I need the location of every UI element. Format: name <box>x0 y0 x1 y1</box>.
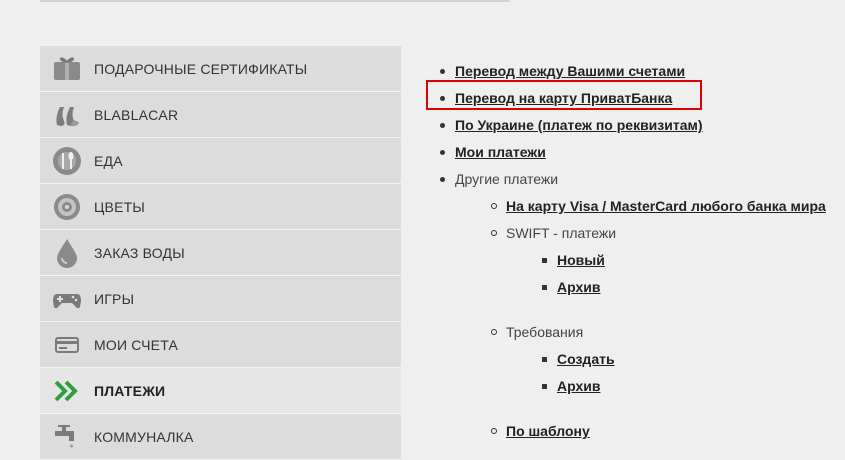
swift-label: SWIFT - платежи <box>506 225 617 241</box>
sidebar-item-label: ПЛАТЕЖИ <box>94 382 166 399</box>
list-item: SWIFT - платежи Новый Архив <box>491 220 840 319</box>
sidebar-item-label: КОММУНАЛКА <box>94 428 194 445</box>
swift-archive-link[interactable]: Архив <box>557 279 600 295</box>
list-item: На карту Visa / MasterCard любого банка … <box>491 193 840 220</box>
other-payments-list: На карту Visa / MasterCard любого банка … <box>455 193 840 445</box>
by-template-link[interactable]: По шаблону <box>506 423 590 439</box>
swift-list: Новый Архив <box>506 247 840 301</box>
list-item: Архив <box>542 274 840 301</box>
swift-new-link[interactable]: Новый <box>557 252 605 268</box>
sidebar-item-flowers[interactable]: ЦВЕТЫ <box>40 184 401 230</box>
req-archive-link[interactable]: Архив <box>557 378 600 394</box>
list-item: Требования Создать Архив <box>491 319 840 418</box>
faucet-icon <box>40 414 94 459</box>
requirements-label: Требования <box>506 324 584 340</box>
sidebar-item-food[interactable]: ЕДА <box>40 138 401 184</box>
list-item: Мои платежи <box>440 139 840 166</box>
list-item: Архив <box>542 373 840 400</box>
sidebar-item-label: ЗАКАЗ ВОДЫ <box>94 244 185 261</box>
card-icon <box>40 322 94 367</box>
top-divider <box>40 0 510 2</box>
double-chevron-icon <box>40 368 94 413</box>
sidebar-item-label: ПОДАРОЧНЫЕ СЕРТИФИКАТЫ <box>94 60 308 77</box>
sidebar-item-utilities[interactable]: КОММУНАЛКА <box>40 414 401 460</box>
ukraine-details-link[interactable]: По Украине (платеж по реквизитам) <box>455 117 703 133</box>
gamepad-icon <box>40 276 94 321</box>
req-create-link[interactable]: Создать <box>557 351 615 367</box>
list-item: По Украине (платеж по реквизитам) <box>440 112 840 139</box>
water-drop-icon <box>40 230 94 275</box>
sidebar-item-label: BLABLACAR <box>94 106 179 123</box>
sidebar-item-label: МОИ СЧЕТА <box>94 336 179 353</box>
visa-mastercard-link[interactable]: На карту Visa / MasterCard любого банка … <box>506 198 826 214</box>
sidebar-item-label: ЕДА <box>94 152 123 169</box>
gift-certificate-icon <box>40 46 94 91</box>
highlight-box <box>426 80 702 110</box>
sidebar-item-gift-certificates[interactable]: ПОДАРОЧНЫЕ СЕРТИФИКАТЫ <box>40 46 401 92</box>
list-item: Создать <box>542 346 840 373</box>
other-payments-label: Другие платежи <box>455 171 559 187</box>
between-accounts-link[interactable]: Перевод между Вашими счетами <box>455 63 685 79</box>
sidebar-item-blablacar[interactable]: BLABLACAR <box>40 92 401 138</box>
flower-icon <box>40 184 94 229</box>
sidebar-item-label: ИГРЫ <box>94 290 135 307</box>
payments-list: Перевод между Вашими счетами Перевод на … <box>440 58 840 445</box>
list-item: Новый <box>542 247 840 274</box>
sidebar-item-my-accounts[interactable]: МОИ СЧЕТА <box>40 322 401 368</box>
sidebar-item-label: ЦВЕТЫ <box>94 198 145 215</box>
list-item: По шаблону <box>491 418 840 445</box>
sidebar-item-water-order[interactable]: ЗАКАЗ ВОДЫ <box>40 230 401 276</box>
payments-menu: Перевод между Вашими счетами Перевод на … <box>440 58 840 445</box>
food-icon <box>40 138 94 183</box>
sidebar-menu: ПОДАРОЧНЫЕ СЕРТИФИКАТЫ BLABLACAR ЕДА ЦВЕ… <box>40 46 401 460</box>
blablacar-icon <box>40 92 94 137</box>
list-item: Другие платежи На карту Visa / MasterCar… <box>440 166 840 445</box>
sidebar-item-games[interactable]: ИГРЫ <box>40 276 401 322</box>
sidebar-item-payments[interactable]: ПЛАТЕЖИ <box>40 368 401 414</box>
my-payments-link[interactable]: Мои платежи <box>455 144 546 160</box>
requirements-list: Создать Архив <box>506 346 840 400</box>
